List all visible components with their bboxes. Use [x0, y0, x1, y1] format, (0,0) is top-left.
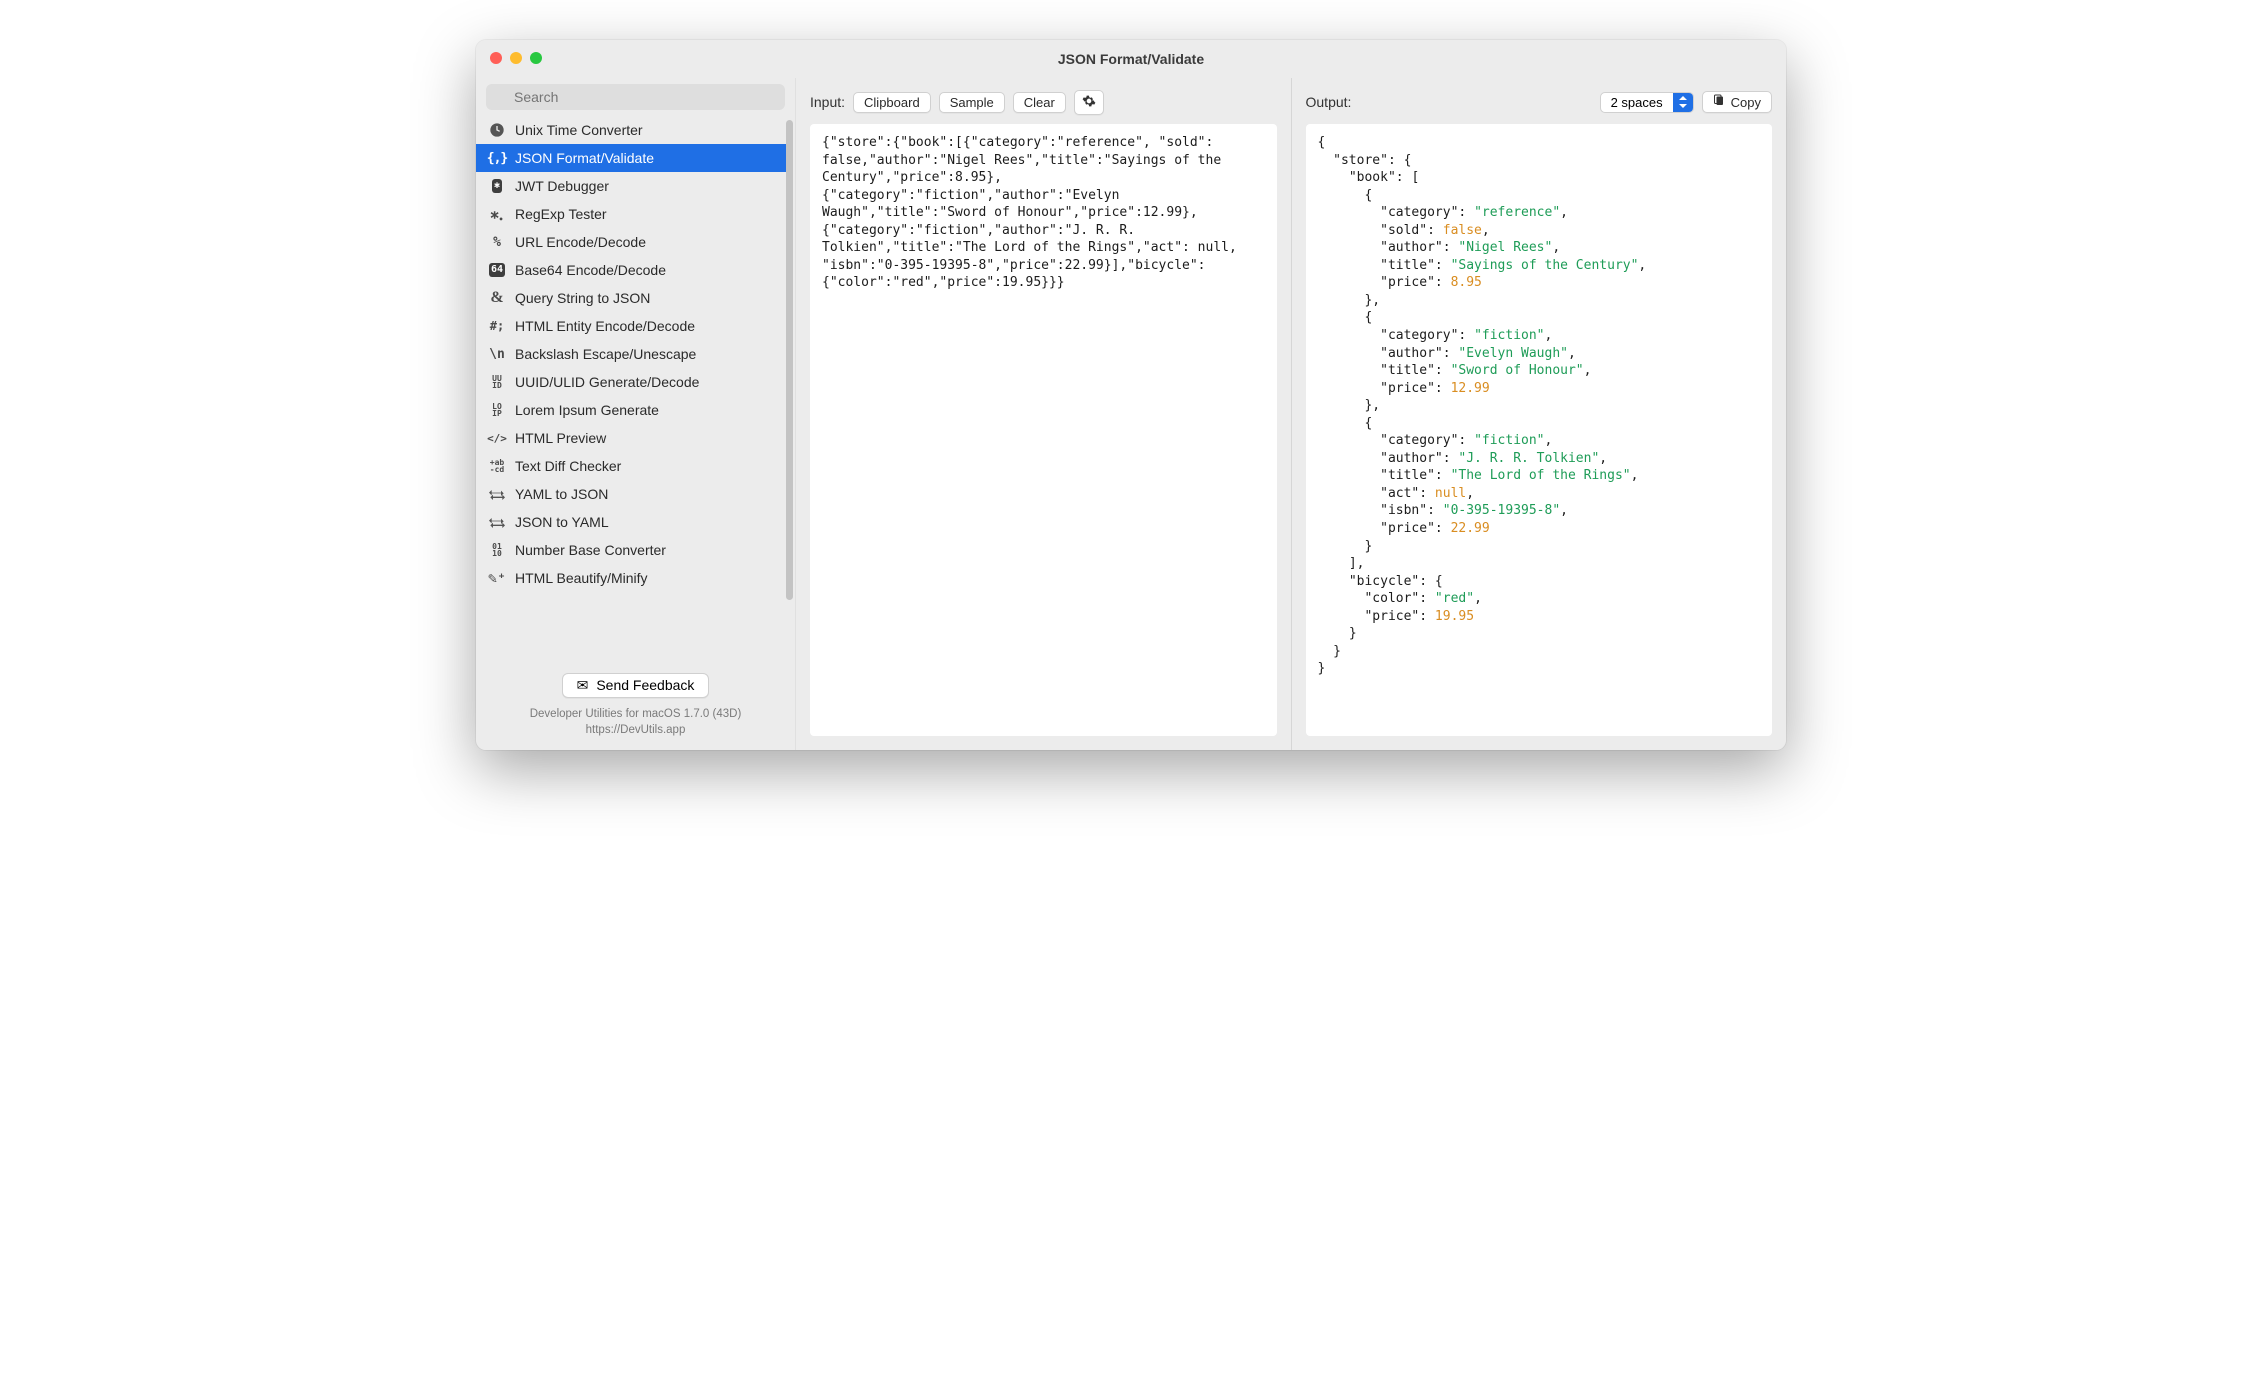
input-editor[interactable]: {"store":{"book":[{"category":"reference…: [810, 124, 1277, 736]
sidebar-item-label: JSON Format/Validate: [515, 150, 654, 166]
settings-button[interactable]: [1074, 90, 1104, 115]
sidebar-scrollbar[interactable]: [786, 120, 793, 600]
sidebar-item-icon: UUID: [488, 373, 506, 391]
sidebar-item-label: HTML Preview: [515, 430, 606, 446]
indent-select[interactable]: 2 spaces: [1600, 92, 1694, 113]
sidebar-item-label: Query String to JSON: [515, 290, 650, 306]
gear-icon: [1082, 94, 1096, 111]
sidebar-item-url-encode-decode[interactable]: % URL Encode/Decode: [476, 228, 793, 256]
sidebar-item-icon: 0110: [488, 541, 506, 559]
chevron-updown-icon: [1673, 93, 1693, 112]
sidebar-item-label: RegExp Tester: [515, 206, 607, 222]
sidebar-item-icon: {,}: [488, 149, 506, 167]
sidebar-item-unix-time-converter[interactable]: Unix Time Converter: [476, 116, 793, 144]
traffic-lights: [490, 52, 542, 64]
sample-button[interactable]: Sample: [939, 92, 1005, 113]
sidebar-item-label: HTML Entity Encode/Decode: [515, 318, 695, 334]
sidebar-item-label: JSON to YAML: [515, 514, 609, 530]
titlebar: JSON Format/Validate: [476, 40, 1786, 78]
output-pane: Output: 2 spaces Copy: [1292, 78, 1787, 750]
output-editor[interactable]: { "store": { "book": [ { "category": "re…: [1306, 124, 1773, 736]
sidebar-item-icon: +ab-cd: [488, 457, 506, 475]
footer-text: Developer Utilities for macOS 1.7.0 (43D…: [486, 706, 785, 738]
sidebar-item-icon: [488, 513, 506, 531]
sidebar-item-text-diff-checker[interactable]: +ab-cd Text Diff Checker: [476, 452, 793, 480]
sidebar-item-label: URL Encode/Decode: [515, 234, 646, 250]
send-feedback-button[interactable]: ✉ Send Feedback: [562, 673, 710, 698]
sidebar-item-label: YAML to JSON: [515, 486, 608, 502]
sidebar-item-icon: ✎⁺: [488, 569, 506, 587]
feedback-label: Send Feedback: [596, 677, 694, 693]
sidebar-item-number-base-converter[interactable]: 0110 Number Base Converter: [476, 536, 793, 564]
sidebar-item-html-preview[interactable]: </> HTML Preview: [476, 424, 793, 452]
sidebar-item-json-to-yaml[interactable]: JSON to YAML: [476, 508, 793, 536]
sidebar-item-html-beautify-minify[interactable]: ✎⁺ HTML Beautify/Minify: [476, 564, 793, 592]
window-title: JSON Format/Validate: [1058, 51, 1204, 67]
mail-icon: ✉: [577, 677, 589, 694]
clipboard-button[interactable]: Clipboard: [853, 92, 931, 113]
sidebar-item-label: Base64 Encode/Decode: [515, 262, 666, 278]
sidebar-item-base64-encode-decode[interactable]: 64 Base64 Encode/Decode: [476, 256, 793, 284]
sidebar-nav: Unix Time Converter {,} JSON Format/Valida…: [476, 116, 795, 667]
sidebar-item-label: JWT Debugger: [515, 178, 609, 194]
app-window: JSON Format/Validate Unix Time Converter…: [476, 40, 1786, 750]
minimize-window-button[interactable]: [510, 52, 522, 64]
search-input[interactable]: [486, 84, 785, 110]
sidebar-item-label: HTML Beautify/Minify: [515, 570, 648, 586]
sidebar-item-uuid-ulid-generate-decode[interactable]: UUID UUID/ULID Generate/Decode: [476, 368, 793, 396]
input-label: Input:: [810, 94, 845, 110]
sidebar: Unix Time Converter {,} JSON Format/Valida…: [476, 78, 796, 750]
copy-button[interactable]: Copy: [1702, 91, 1772, 113]
sidebar-item-yaml-to-json[interactable]: YAML to JSON: [476, 480, 793, 508]
maximize-window-button[interactable]: [530, 52, 542, 64]
sidebar-item-backslash-escape-unescape[interactable]: \n Backslash Escape/Unescape: [476, 340, 793, 368]
sidebar-item-icon: </>: [488, 429, 506, 447]
clipboard-icon: [1713, 94, 1725, 110]
sidebar-item-regexp-tester[interactable]: ⁎• RegExp Tester: [476, 200, 793, 228]
sidebar-item-label: Text Diff Checker: [515, 458, 621, 474]
sidebar-item-label: Number Base Converter: [515, 542, 666, 558]
sidebar-item-lorem-ipsum-generate[interactable]: LOIP Lorem Ipsum Generate: [476, 396, 793, 424]
sidebar-item-icon: [488, 121, 506, 139]
sidebar-item-icon: \n: [488, 345, 506, 363]
sidebar-item-icon: ⁎•: [488, 205, 506, 223]
sidebar-item-html-entity-encode-decode[interactable]: #; HTML Entity Encode/Decode: [476, 312, 793, 340]
sidebar-item-icon: &: [488, 289, 506, 307]
clear-button[interactable]: Clear: [1013, 92, 1066, 113]
content-area: Input: Clipboard Sample Clear {"store":{…: [796, 78, 1786, 750]
sidebar-item-label: Lorem Ipsum Generate: [515, 402, 659, 418]
sidebar-item-label: Backslash Escape/Unescape: [515, 346, 696, 362]
sidebar-item-icon: #;: [488, 317, 506, 335]
sidebar-item-icon: [488, 485, 506, 503]
sidebar-item-jwt-debugger[interactable]: ✱ JWT Debugger: [476, 172, 793, 200]
sidebar-item-icon: 64: [488, 261, 506, 279]
sidebar-item-icon: LOIP: [488, 401, 506, 419]
sidebar-item-icon: %: [488, 233, 506, 251]
close-window-button[interactable]: [490, 52, 502, 64]
sidebar-item-icon: ✱: [488, 177, 506, 195]
sidebar-item-json-format-validate[interactable]: {,} JSON Format/Validate: [476, 144, 793, 172]
sidebar-item-query-string-to-json[interactable]: &Query String to JSON: [476, 284, 793, 312]
output-label: Output:: [1306, 94, 1352, 110]
sidebar-item-label: Unix Time Converter: [515, 122, 643, 138]
input-pane: Input: Clipboard Sample Clear {"store":{…: [796, 78, 1291, 750]
sidebar-item-label: UUID/ULID Generate/Decode: [515, 374, 699, 390]
